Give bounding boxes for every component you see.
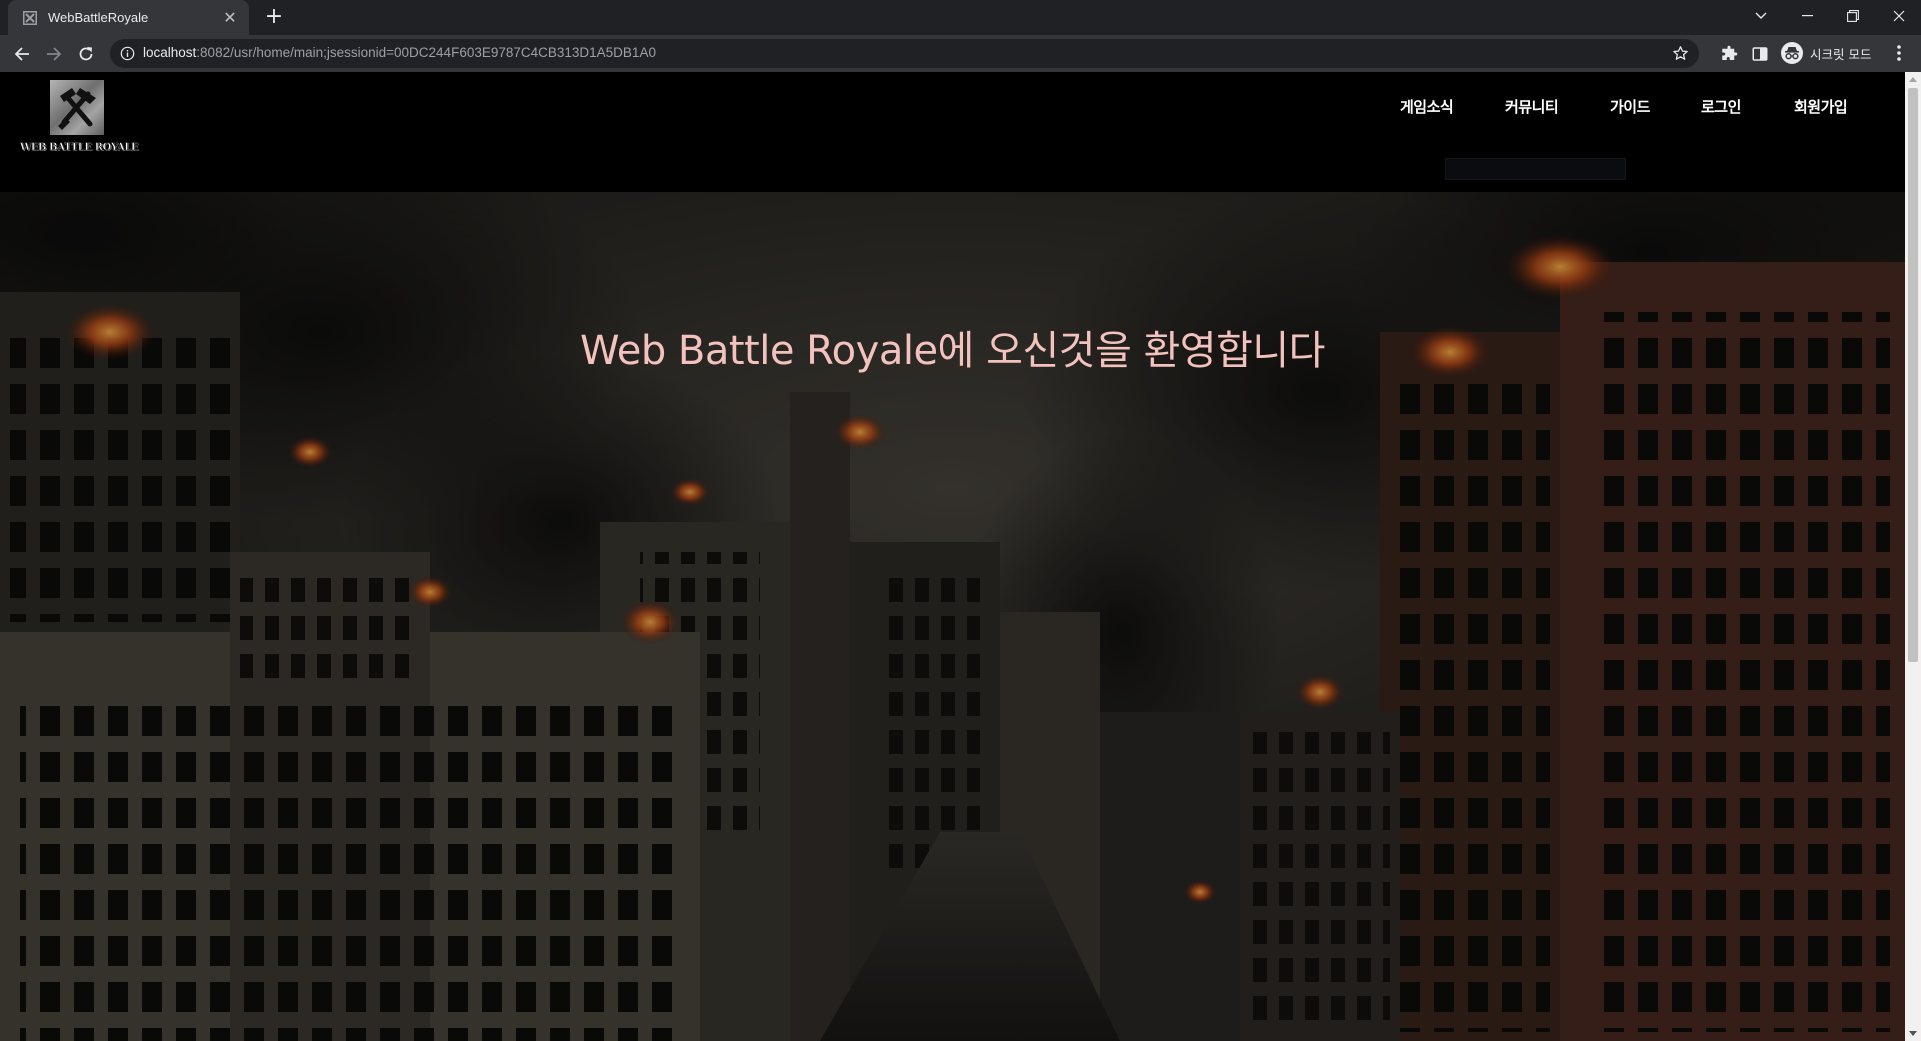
browser-tab[interactable]: WebBattleRoyale ✕ [8, 0, 249, 35]
url-host: localhost [143, 45, 197, 60]
url-text[interactable]: localhost:8082/usr/home/main;jsessionid=… [143, 45, 656, 60]
restore-icon[interactable] [1830, 0, 1876, 32]
incognito-icon [1781, 42, 1803, 64]
hero-title: Web Battle Royale에 오신것을 환영합니다 [580, 328, 1325, 374]
hero-banner: Web Battle Royale에 오신것을 환영합니다 [0, 192, 1905, 1041]
browser-toolbar: localhost:8082/usr/home/main;jsessionid=… [0, 35, 1921, 72]
forward-icon[interactable] [39, 39, 69, 69]
tab-title: WebBattleRoyale [48, 10, 149, 25]
back-icon[interactable] [7, 39, 37, 69]
nav-game-news[interactable]: 게임소식 [1400, 96, 1454, 117]
incognito-indicator[interactable]: 시크릿 모드 [1781, 41, 1871, 65]
url-path: :8082/usr/home/main;jsessionid=00DC244F6… [196, 45, 656, 60]
scroll-up-icon[interactable] [1909, 77, 1917, 82]
page-scrollbar[interactable] [1905, 72, 1921, 1041]
side-panel-icon[interactable] [1751, 45, 1769, 63]
crossed-hammers-icon [58, 88, 96, 130]
new-tab-button[interactable]: + [262, 6, 286, 29]
logo-emblem [50, 80, 104, 135]
window-close-icon[interactable] [1876, 0, 1921, 32]
browser-tab-strip: WebBattleRoyale ✕ + [0, 0, 1921, 35]
scroll-down-icon[interactable] [1909, 1031, 1917, 1036]
info-icon[interactable] [120, 46, 135, 61]
star-icon[interactable] [1672, 45, 1689, 62]
address-bar[interactable]: localhost:8082/usr/home/main;jsessionid=… [110, 39, 1699, 68]
site-header: WEB BATTLE ROYALE 게임소식 커뮤니티 가이드 로그인 회원가입 [0, 72, 1905, 192]
minimize-icon[interactable] [1784, 0, 1830, 32]
faded-dropdown-box [1445, 158, 1626, 180]
extensions-icon[interactable] [1720, 45, 1738, 63]
menu-icon[interactable] [1890, 43, 1908, 63]
site-logo[interactable]: WEB BATTLE ROYALE [17, 80, 141, 156]
tab-close-icon[interactable]: ✕ [221, 9, 239, 27]
reload-icon[interactable] [71, 39, 101, 69]
close-square-icon [23, 10, 37, 25]
page-viewport: WEB BATTLE ROYALE 게임소식 커뮤니티 가이드 로그인 회원가입 [0, 72, 1905, 1041]
nav-community[interactable]: 커뮤니티 [1505, 96, 1559, 117]
nav-login[interactable]: 로그인 [1701, 96, 1741, 117]
incognito-label: 시크릿 모드 [1810, 46, 1872, 62]
scrollbar-thumb[interactable] [1908, 88, 1918, 662]
nav-guide[interactable]: 가이드 [1610, 96, 1650, 117]
tab-search-icon[interactable] [1738, 0, 1784, 32]
logo-text: WEB BATTLE ROYALE [19, 142, 139, 154]
nav-signup[interactable]: 회원가입 [1794, 96, 1848, 117]
